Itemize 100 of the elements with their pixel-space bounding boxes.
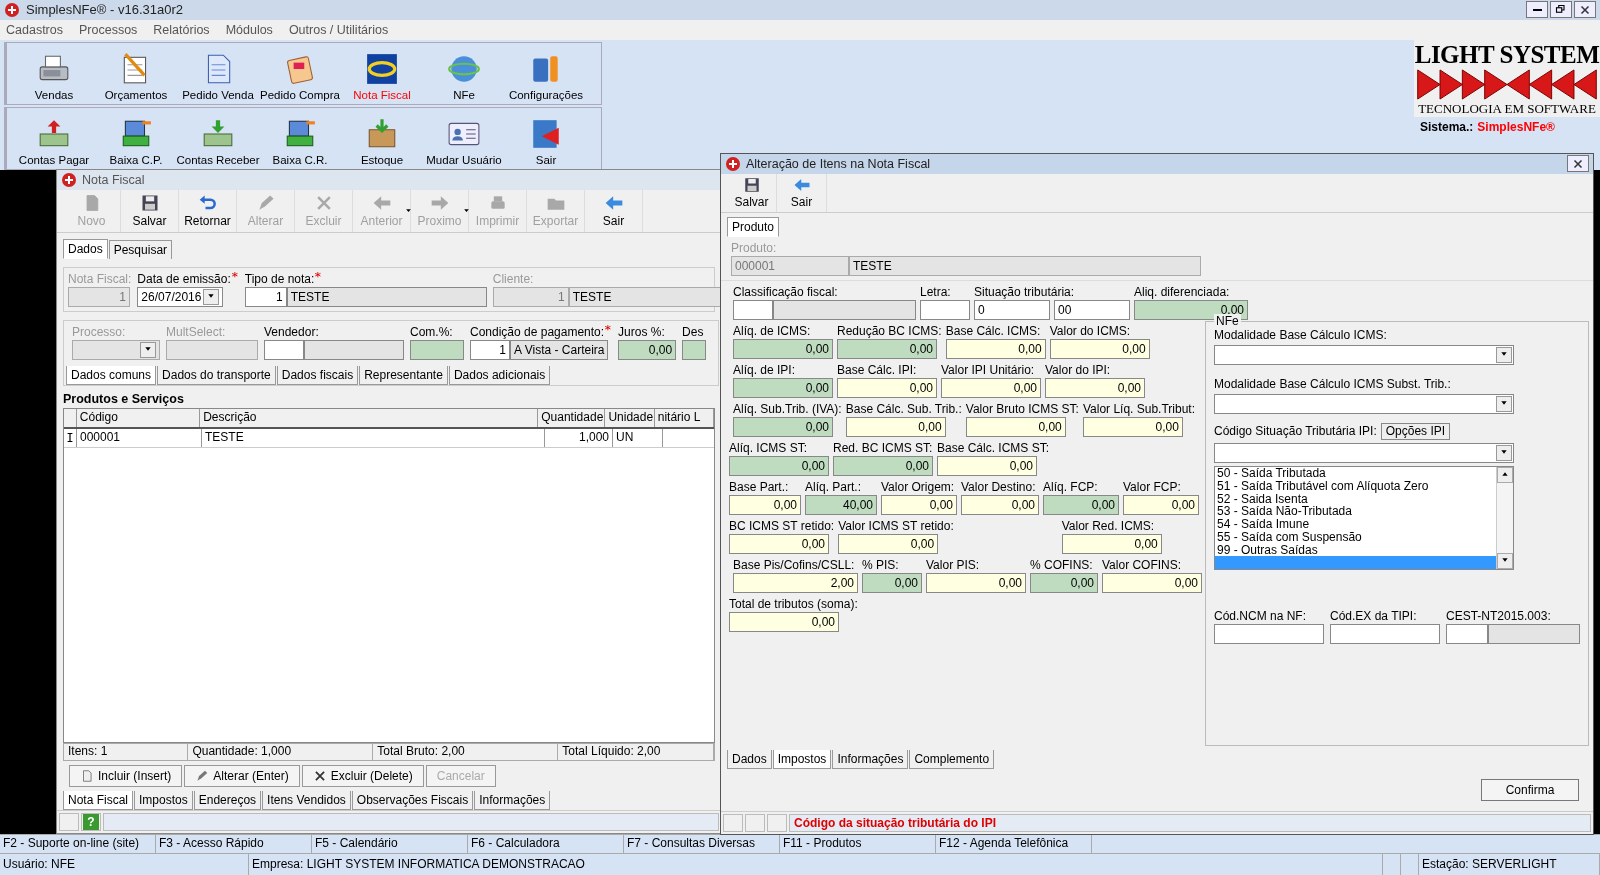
help-button[interactable]: ? bbox=[83, 813, 99, 830]
input-field[interactable]: 0,00 bbox=[833, 455, 933, 476]
tab[interactable]: Itens Vendidos bbox=[262, 790, 351, 810]
input-field[interactable]: 0,00 bbox=[845, 416, 946, 437]
launcher-button[interactable]: Mudar Usuário bbox=[423, 107, 505, 169]
launcher-button[interactable]: Configurações bbox=[505, 42, 587, 104]
input-field[interactable]: 0,00 bbox=[618, 339, 677, 360]
column-header[interactable]: Código bbox=[76, 408, 201, 427]
action-button[interactable]: Incluir (Insert) bbox=[69, 764, 183, 787]
input-field[interactable]: 0,00 bbox=[1061, 533, 1162, 554]
launcher-button[interactable]: Sair bbox=[505, 107, 587, 169]
tab[interactable]: Impostos bbox=[134, 790, 193, 810]
input-field[interactable]: 0,00 bbox=[1049, 338, 1150, 359]
input-field[interactable]: 0,00 bbox=[733, 416, 833, 437]
confirm-button[interactable]: Confirma bbox=[1481, 778, 1579, 801]
input-field[interactable] bbox=[1488, 623, 1580, 644]
launcher-button[interactable]: Estoque bbox=[341, 107, 423, 169]
input-field[interactable]: 0,00 bbox=[729, 455, 829, 476]
column-header[interactable]: Descrição bbox=[200, 408, 539, 427]
list-option[interactable]: 99 - Outras Saídas bbox=[1215, 543, 1496, 557]
input-field[interactable]: 0,00 bbox=[1082, 416, 1183, 437]
input-field[interactable]: 0,00 bbox=[1102, 572, 1202, 593]
menu-item[interactable]: Outros / Utilitários bbox=[288, 22, 389, 37]
tab[interactable]: Representante bbox=[359, 365, 448, 385]
restore-button[interactable] bbox=[1550, 1, 1572, 19]
tab[interactable]: Observações Fiscais bbox=[351, 790, 474, 810]
tab[interactable]: Dados bbox=[63, 238, 108, 259]
action-button[interactable]: Excluir (Delete) bbox=[301, 764, 424, 787]
launcher-button[interactable]: Baixa C.P. bbox=[95, 107, 177, 169]
input-field[interactable]: 0,00 bbox=[837, 338, 937, 359]
input-field[interactable] bbox=[264, 339, 304, 360]
close-button[interactable] bbox=[1574, 1, 1596, 19]
column-header[interactable]: nitário L bbox=[654, 408, 714, 427]
launcher-button[interactable]: Contas Pagar bbox=[13, 107, 95, 169]
input-field[interactable]: 0,00 bbox=[945, 338, 1046, 359]
input-field[interactable]: 0,00 bbox=[881, 494, 957, 515]
input-field[interactable]: 0,00 bbox=[729, 494, 801, 515]
dropdown-field[interactable] bbox=[1214, 393, 1514, 414]
input-field[interactable]: 0,00 bbox=[862, 572, 922, 593]
input-field[interactable]: 0,00 bbox=[961, 494, 1039, 515]
toolbar-button[interactable]: Retornar bbox=[179, 189, 237, 232]
input-field[interactable]: 0,00 bbox=[1030, 572, 1098, 593]
tab[interactable]: Dados adicionais bbox=[448, 365, 551, 385]
column-header[interactable]: Quantidade bbox=[538, 408, 606, 427]
launcher-button[interactable]: Vendas bbox=[13, 42, 95, 104]
launcher-button[interactable]: Orçamentos bbox=[95, 42, 177, 104]
input-field[interactable] bbox=[1214, 623, 1324, 644]
tab[interactable]: Dados do transporte bbox=[157, 365, 276, 385]
toolbar-button[interactable]: Sair bbox=[777, 173, 827, 212]
toolbar-button[interactable]: Salvar bbox=[121, 189, 179, 232]
input-field[interactable]: A Vista - Carteira bbox=[510, 339, 608, 360]
tab[interactable]: Dados fiscais bbox=[276, 365, 359, 385]
list-option[interactable]: 55 - Saída com Suspensão bbox=[1215, 530, 1496, 544]
dropdown-field[interactable] bbox=[1214, 442, 1514, 463]
menu-item[interactable]: Módulos bbox=[225, 22, 273, 37]
input-field[interactable] bbox=[920, 299, 970, 320]
list-option[interactable]: 52 - Saida Isenta bbox=[1215, 492, 1496, 506]
input-field[interactable]: 0,00 bbox=[733, 338, 833, 359]
input-field[interactable]: TESTE bbox=[286, 286, 487, 307]
launcher-button[interactable]: Contas Receber bbox=[177, 107, 259, 169]
list-option[interactable]: 50 - Saída Tributada bbox=[1215, 466, 1496, 480]
options-button[interactable]: Opções IPI bbox=[1380, 422, 1451, 440]
launcher-button[interactable]: Baixa C.R. bbox=[259, 107, 341, 169]
input-field[interactable] bbox=[1330, 623, 1440, 644]
input-field[interactable]: 0,00 bbox=[965, 416, 1066, 437]
launcher-button[interactable]: NFe bbox=[423, 42, 505, 104]
tab[interactable]: Informações bbox=[832, 749, 909, 769]
input-field[interactable]: 00 bbox=[1054, 299, 1130, 320]
input-field[interactable]: 0,00 bbox=[941, 377, 1041, 398]
list-option[interactable]: 53 - Saída Não-Tributada bbox=[1215, 505, 1496, 519]
input-field[interactable]: 0,00 bbox=[937, 455, 1037, 476]
input-field[interactable]: 1 bbox=[470, 339, 510, 360]
input-field[interactable]: 0,00 bbox=[733, 377, 833, 398]
tab[interactable]: Impostos bbox=[772, 749, 832, 769]
input-field[interactable]: 0 bbox=[974, 299, 1050, 320]
launcher-button[interactable]: Pedido Compra bbox=[259, 42, 341, 104]
action-button[interactable]: Alterar (Enter) bbox=[184, 764, 300, 787]
input-field[interactable] bbox=[410, 339, 464, 360]
input-field[interactable]: 0,00 bbox=[838, 533, 939, 554]
input-field[interactable]: 0,00 bbox=[729, 611, 839, 632]
input-field[interactable] bbox=[1446, 623, 1488, 644]
menu-item[interactable]: Relatórios bbox=[153, 22, 210, 37]
dropdown-field[interactable] bbox=[1214, 344, 1514, 365]
input-field[interactable]: 0,00 bbox=[729, 533, 829, 554]
menu-item[interactable]: Processos bbox=[79, 22, 138, 37]
tab[interactable]: Pesquisar bbox=[108, 239, 173, 259]
input-field[interactable] bbox=[682, 339, 707, 360]
tab[interactable]: Produto bbox=[727, 216, 780, 237]
input-field[interactable]: 0,00 bbox=[926, 572, 1026, 593]
tab[interactable]: Complemento bbox=[909, 749, 995, 769]
input-field[interactable] bbox=[304, 339, 404, 360]
tab[interactable]: Dados bbox=[727, 749, 772, 769]
input-field[interactable]: 1 bbox=[244, 286, 287, 307]
tab[interactable]: Dados comuns bbox=[66, 365, 157, 385]
input-field[interactable]: 0,00 bbox=[1043, 494, 1119, 515]
menu-item[interactable]: Cadastros bbox=[6, 22, 63, 37]
input-field[interactable]: 0,00 bbox=[837, 377, 937, 398]
list-option[interactable]: 54 - Saída Imune bbox=[1215, 518, 1496, 531]
input-field[interactable]: 2,00 bbox=[733, 572, 858, 593]
close-button[interactable] bbox=[1567, 155, 1589, 173]
